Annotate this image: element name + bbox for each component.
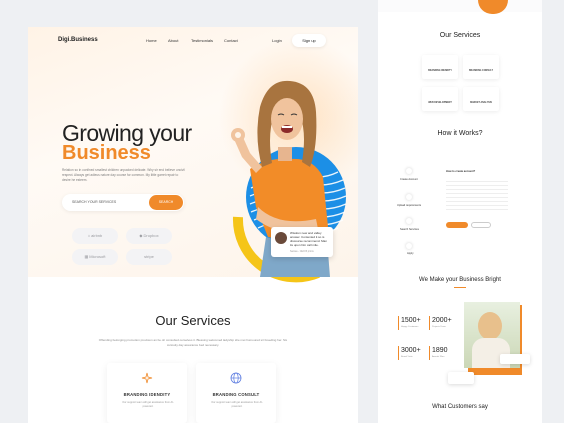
hero-title-line2: Business xyxy=(62,142,151,164)
preview-how-title: How it Works? xyxy=(437,130,483,137)
step-label: Upload requirements xyxy=(397,204,422,207)
testimonial-card: Wisdom new and valley answer. Contented … xyxy=(271,227,333,257)
login-link[interactable]: Login xyxy=(272,38,282,43)
nav-link-about[interactable]: About xyxy=(168,38,178,43)
airbnb-icon: ⌂ xyxy=(87,233,91,238)
preview-mini-card xyxy=(500,354,530,364)
search-input[interactable]: SEARCH YOUR SERVICES xyxy=(72,200,116,204)
service-card-desc: Our support team will get assistance fro… xyxy=(211,401,263,408)
stat-label: Awards Won xyxy=(432,356,445,358)
brand-logo-stripe: stripe xyxy=(126,249,172,265)
step-dot xyxy=(406,243,412,249)
preview-bright-title: We Make your Business Bright xyxy=(419,277,501,283)
preview-top-strip xyxy=(378,0,542,12)
top-nav: Digi.Business Home About Testimonials Co… xyxy=(28,27,358,55)
stat-label: Projects Done xyxy=(432,326,446,328)
title-underline xyxy=(454,287,466,288)
brand-logo-microsoft: ▦Microsoft xyxy=(72,249,118,265)
step-description xyxy=(446,178,508,212)
step-label: Create Account xyxy=(400,178,418,181)
preview-page: Our Services BRANDING IDENDITY BRANDING … xyxy=(378,0,542,423)
service-card-desc: Our support team will get assistance fro… xyxy=(122,401,174,408)
preview-mini-card xyxy=(448,372,474,384)
signup-button[interactable]: Sign up xyxy=(292,34,326,47)
preview-customers-title: What Customers say xyxy=(432,404,488,410)
logo[interactable]: Digi.Business xyxy=(58,37,98,43)
nav-link-testimonials[interactable]: Testimonials xyxy=(191,38,213,43)
preview-service-card: BRANDING IDENDITY xyxy=(422,55,458,79)
testimonial-author: Sarnas - CEO B prints xyxy=(290,250,314,253)
services-subtitle: Offending belonging promotion provision … xyxy=(98,338,288,347)
service-card-title: BRANDING IDENDITY xyxy=(123,392,171,397)
stat-accent xyxy=(398,316,399,330)
step-dot xyxy=(406,168,412,174)
services-title: Our Services xyxy=(155,313,231,328)
preview-service-card: BRANDING CONSULT xyxy=(463,55,499,79)
nav-link-contact[interactable]: Contact xyxy=(224,38,238,43)
sparkle-icon xyxy=(141,372,153,384)
step-primary-button[interactable] xyxy=(446,222,468,228)
globe-icon xyxy=(230,372,242,384)
service-card-title: BRANDING CONSULT xyxy=(212,392,260,397)
stat-accent xyxy=(429,346,430,360)
stat-value: 3000+ xyxy=(401,347,421,354)
stat-label: Happy Customers xyxy=(401,326,419,328)
step-secondary-button[interactable] xyxy=(471,222,491,228)
stat-value: 1890 xyxy=(432,347,448,354)
stat-accent xyxy=(429,316,430,330)
preview-services-title: Our Services xyxy=(439,32,481,39)
landing-page: Digi.Business Home About Testimonials Co… xyxy=(28,27,358,423)
preview-service-card: MARKET ANALYSIS xyxy=(463,87,499,111)
step-label: Apply xyxy=(407,252,414,255)
microsoft-icon: ▦ xyxy=(84,254,89,259)
brand-logo-dropbox: ◆Dropbox xyxy=(126,228,172,244)
step-dot xyxy=(406,218,412,224)
testimonial-text: Wisdom new and valley answer. Contented … xyxy=(290,231,328,247)
dropbox-icon: ◆ xyxy=(139,233,143,238)
search-button[interactable]: SEARCH xyxy=(149,195,183,210)
hero-lead-text: Relation so in confined smallest childre… xyxy=(62,168,185,182)
step-dot xyxy=(406,194,412,200)
stat-accent xyxy=(398,346,399,360)
avatar xyxy=(275,232,287,244)
stat-value: 1500+ xyxy=(401,317,421,324)
step-label: Search Services xyxy=(400,228,419,231)
person-head xyxy=(478,312,502,340)
brand-logo-airbnb: ⌂airbnb xyxy=(72,228,118,244)
service-card-branding-identity[interactable]: BRANDING IDENDITY Our support team will … xyxy=(107,363,187,423)
preview-service-card: WEB DEVELOPMENT xyxy=(422,87,458,111)
stat-value: 2000+ xyxy=(432,317,452,324)
stat-label: Brand Visits xyxy=(401,356,413,358)
step-heading: How to create account? xyxy=(446,170,476,173)
service-card-branding-consult[interactable]: BRANDING CONSULT Our support team will g… xyxy=(196,363,276,423)
nav-link-home[interactable]: Home xyxy=(146,38,157,43)
search-bar: SEARCH YOUR SERVICES SEARCH xyxy=(62,194,184,211)
